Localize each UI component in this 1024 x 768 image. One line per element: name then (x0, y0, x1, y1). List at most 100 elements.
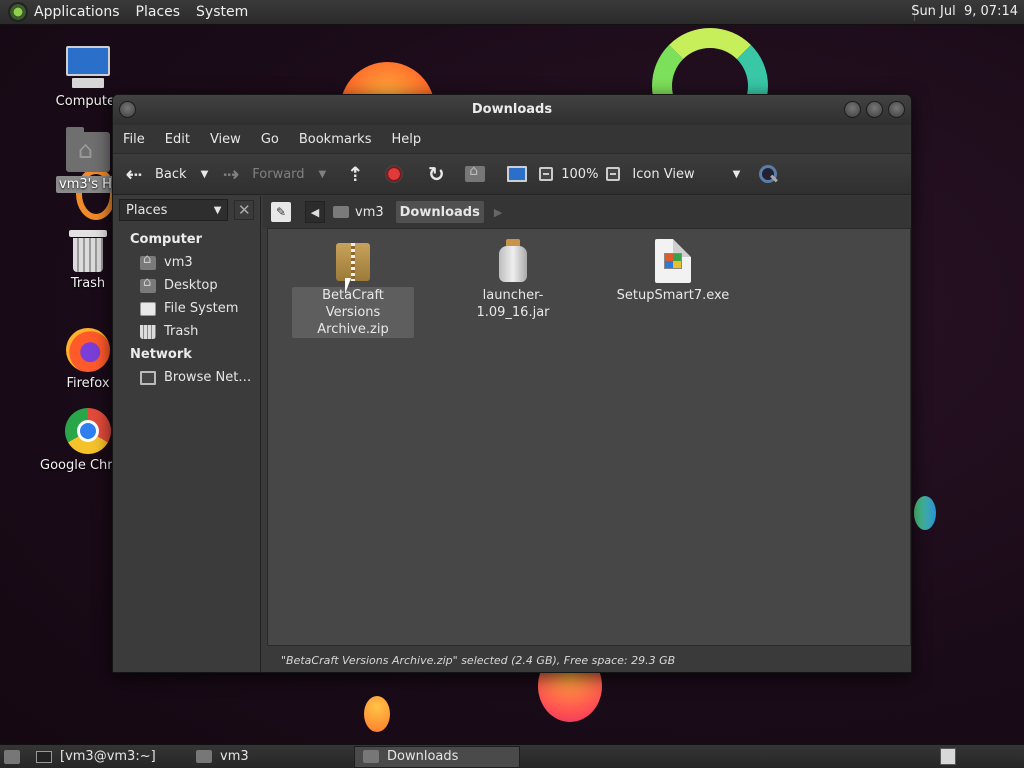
file-name: BetaCraft Versions Archive.zip (292, 287, 414, 338)
sidebar-item-label: Desktop (164, 278, 218, 293)
sidebar-header: Places ▼ ✕ (113, 196, 260, 224)
zoom-out-icon (539, 167, 554, 181)
zoom-level[interactable]: 100% (561, 167, 598, 182)
sidebar-close-button[interactable]: ✕ (234, 200, 254, 220)
reload-icon: ↻ (427, 162, 445, 186)
breadcrumb-vm3[interactable]: vm3 (329, 201, 388, 223)
executable-icon (655, 239, 691, 283)
sidebar-section-network: Network (130, 347, 192, 362)
task-label: Downloads (387, 749, 459, 764)
window-title: Downloads (471, 102, 553, 117)
sidebar-item-vm3[interactable]: vm3 (113, 251, 260, 274)
search-icon (758, 164, 778, 184)
desktop-icon-label: Google Chrome (40, 458, 112, 473)
window-titlebar[interactable]: Downloads (113, 95, 911, 125)
sidebar-item-desktop[interactable]: Desktop (113, 274, 260, 297)
top-panel: Applications Places System Sun Jul 9, 07… (0, 0, 1024, 25)
zip-archive-icon (336, 243, 370, 281)
sidebar-item-browse-network[interactable]: Browse Net… (113, 366, 260, 389)
zoom-in-icon (606, 167, 621, 181)
forward-arrow-icon: ⇢ (222, 162, 240, 186)
menu-bookmarks[interactable]: Bookmarks (299, 132, 372, 147)
forward-history-dropdown[interactable]: ▼ (319, 169, 327, 180)
menu-file[interactable]: File (123, 132, 145, 147)
sidebar-item-label: Trash (164, 324, 199, 339)
file-manager-window: Downloads File Edit View Go Bookmarks He… (112, 94, 912, 673)
task-label: vm3 (220, 749, 249, 764)
sidebar-item-label: Browse Net… (164, 370, 252, 385)
breadcrumb-downloads[interactable]: Downloads (395, 201, 484, 223)
workspace-switcher[interactable] (940, 748, 956, 765)
system-menu[interactable]: System (196, 4, 248, 20)
reload-button[interactable]: ↻ (425, 162, 447, 186)
show-desktop-icon[interactable] (4, 749, 20, 764)
back-history-dropdown[interactable]: ▼ (201, 169, 209, 180)
task-vm3[interactable]: vm3 (188, 746, 354, 768)
path-scroll-left-button[interactable]: ◀ (305, 201, 325, 223)
home-folder-icon (196, 750, 212, 763)
task-downloads[interactable]: Downloads (354, 745, 520, 768)
task-label: [vm3@vm3:~] (60, 749, 156, 764)
sidebar-section-computer: Computer (130, 232, 203, 247)
back-label: Back (155, 166, 187, 182)
minimize-button[interactable] (844, 101, 861, 118)
places-menu[interactable]: Places (136, 4, 181, 20)
search-button[interactable] (758, 164, 778, 184)
file-name: launcher-1.09_16.jar (476, 288, 550, 320)
menu-help[interactable]: Help (391, 132, 421, 147)
home-icon (140, 252, 156, 270)
home-icon (465, 163, 486, 182)
computer-icon (507, 166, 528, 182)
edit-location-button[interactable]: ✎ (271, 202, 291, 222)
forward-button[interactable]: ⇢ Forward (220, 162, 305, 186)
home-icon (333, 206, 349, 218)
back-arrow-icon: ⇠ (125, 162, 143, 186)
location-bar: ✎ ◀ vm3 Downloads ▶ (263, 196, 911, 228)
status-bar: "BetaCraft Versions Archive.zip" selecte… (267, 648, 911, 672)
home-folder-icon (66, 127, 110, 172)
menu-view[interactable]: View (210, 132, 241, 147)
trash-icon (69, 230, 107, 272)
sidebar: Places ▼ ✕ Computer vm3 Desktop File Sys… (113, 196, 261, 672)
menu-edit[interactable]: Edit (165, 132, 190, 147)
sidebar-item-file-system[interactable]: File System (113, 297, 260, 320)
stop-button[interactable] (385, 165, 404, 183)
sidebar-selector-label: Places (126, 202, 168, 218)
back-button[interactable]: ⇠ Back (123, 162, 187, 186)
sidebar-item-trash[interactable]: Trash (113, 320, 260, 343)
computer-button[interactable] (507, 166, 528, 182)
applications-menu[interactable]: Applications (34, 4, 120, 20)
wallpaper-small-blob (364, 696, 390, 732)
up-button[interactable]: ⇡ (344, 162, 366, 186)
jar-file-icon (497, 239, 529, 283)
maximize-button[interactable] (866, 101, 883, 118)
distro-logo-icon[interactable] (8, 2, 28, 22)
menubar: File Edit View Go Bookmarks Help (113, 125, 911, 153)
network-icon (140, 370, 156, 385)
chevron-down-icon: ▼ (732, 168, 741, 180)
file-icon-view[interactable]: BetaCraft Versions Archive.zip launcher-… (267, 228, 911, 646)
desktop-icon-label: vm3's Home (56, 176, 120, 193)
zoom-out-button[interactable] (539, 167, 554, 181)
wallpaper-teal-blob (914, 496, 936, 530)
sidebar-selector[interactable]: Places ▼ (119, 199, 229, 221)
path-scroll-right-button[interactable]: ▶ (494, 206, 502, 219)
stop-icon (385, 165, 404, 183)
up-arrow-icon: ⇡ (346, 162, 364, 186)
clock[interactable]: Sun Jul 9, 07:14 (911, 4, 1018, 19)
view-mode-select[interactable]: Icon View ▼ (632, 167, 740, 182)
trash-icon (140, 324, 156, 339)
file-item-jar[interactable]: launcher-1.09_16.jar (452, 239, 574, 321)
zoom-in-button[interactable] (606, 167, 621, 181)
menu-go[interactable]: Go (261, 132, 279, 147)
close-button[interactable] (888, 101, 905, 118)
task-terminal[interactable]: [vm3@vm3:~] (28, 746, 188, 768)
sidebar-item-label: vm3 (164, 255, 193, 270)
chevron-down-icon: ▼ (213, 204, 222, 216)
file-name: SetupSmart7.exe (616, 288, 730, 303)
home-button[interactable] (465, 163, 486, 182)
file-item-exe[interactable]: SetupSmart7.exe (612, 239, 734, 304)
sidebar-item-label: File System (164, 301, 239, 316)
drive-icon (140, 301, 156, 316)
desktop-folder-icon (140, 275, 156, 293)
